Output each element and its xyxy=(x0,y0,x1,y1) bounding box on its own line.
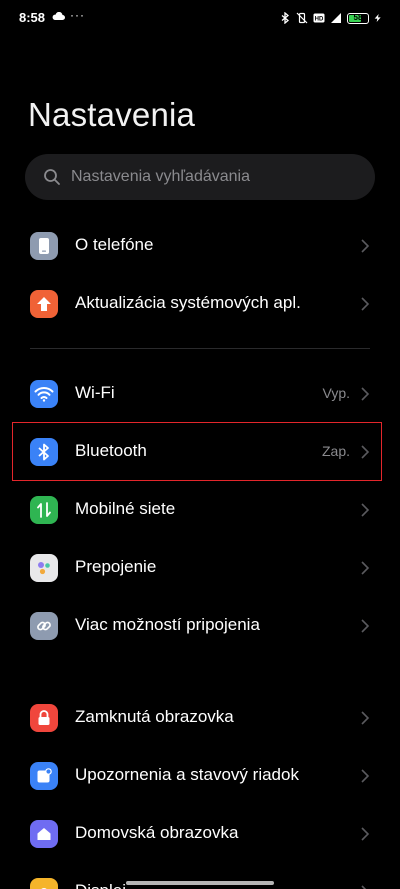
status-icons: HD 58 xyxy=(279,10,382,26)
cloud-icon xyxy=(52,12,65,20)
battery-icon: 58 xyxy=(347,12,369,24)
settings-item-about-phone[interactable]: O telefóne xyxy=(0,218,400,274)
home-icon xyxy=(30,820,58,848)
settings-item-more-connectivity[interactable]: Viac možností pripojenia xyxy=(0,598,400,654)
chevron-right-icon xyxy=(361,561,370,575)
settings-item-display[interactable]: Displej xyxy=(0,864,400,889)
settings-item-wifi[interactable]: Wi-Fi Vyp. xyxy=(0,366,400,422)
chevron-right-icon xyxy=(361,297,370,311)
mobile-data-icon xyxy=(30,496,58,524)
section-divider xyxy=(30,348,370,349)
vibrate-off-icon xyxy=(296,12,308,24)
settings-item-notifications[interactable]: Upozornenia a stavový riadok xyxy=(0,748,400,804)
chevron-right-icon xyxy=(361,769,370,783)
chevron-right-icon xyxy=(361,619,370,633)
settings-item-label: O telefóne xyxy=(75,235,154,254)
lock-icon xyxy=(30,704,58,732)
selection-highlight xyxy=(12,422,382,481)
bluetooth-status-icon xyxy=(281,12,290,24)
chevron-right-icon xyxy=(361,711,370,725)
settings-item-label: Displej xyxy=(75,881,126,889)
settings-item-label: Upozornenia a stavový riadok xyxy=(75,765,299,784)
settings-item-label: Prepojenie xyxy=(75,557,157,576)
chevron-right-icon xyxy=(361,239,370,253)
settings-item-label: Viac možností pripojenia xyxy=(75,615,260,634)
phone-icon xyxy=(30,232,58,260)
notification-icon xyxy=(30,762,58,790)
wifi-icon xyxy=(30,380,58,408)
settings-item-lock-screen[interactable]: Zamknutá obrazovka xyxy=(0,690,400,746)
settings-item-interconnect[interactable]: Prepojenie xyxy=(0,540,400,596)
interconnect-icon xyxy=(30,554,58,582)
settings-item-label: Mobilné siete xyxy=(75,499,176,518)
page-title: Nastavenia xyxy=(28,96,196,133)
settings-item-value: Vyp. xyxy=(322,385,351,401)
settings-item-label: Zamknutá obrazovka xyxy=(75,707,234,726)
search-bar[interactable] xyxy=(25,154,375,200)
settings-item-label: Domovská obrazovka xyxy=(75,823,239,842)
status-bar: 8:58 ··· HD 58 xyxy=(0,0,400,36)
volte-icon: HD xyxy=(313,13,325,23)
section-gap xyxy=(30,673,370,674)
charging-icon xyxy=(374,14,381,22)
link-icon xyxy=(30,612,58,640)
search-icon xyxy=(44,169,60,185)
home-gesture-bar[interactable] xyxy=(126,881,274,885)
chevron-right-icon xyxy=(361,503,370,517)
settings-item-system-app-update[interactable]: Aktualizácia systémových apl. xyxy=(0,276,400,332)
settings-item-label: Aktualizácia systémových apl. xyxy=(75,293,301,312)
arrow-up-icon xyxy=(30,290,58,318)
settings-item-home-screen[interactable]: Domovská obrazovka xyxy=(0,806,400,862)
battery-level: 58 xyxy=(353,12,363,22)
chevron-right-icon xyxy=(361,827,370,841)
signal-icon xyxy=(331,13,341,23)
search-input[interactable] xyxy=(71,154,359,200)
chevron-right-icon xyxy=(361,885,367,889)
chevron-right-icon xyxy=(361,387,370,401)
sun-icon xyxy=(30,878,58,889)
settings-item-mobile-networks[interactable]: Mobilné siete xyxy=(0,482,400,538)
more-notifications-icon: ··· xyxy=(70,8,85,22)
settings-screen: 8:58 ··· HD 58 Nastavenia Nastavenia vyh… xyxy=(0,0,400,889)
settings-item-label: Wi-Fi xyxy=(75,383,115,402)
status-time: 8:58 xyxy=(19,10,46,25)
svg-text:HD: HD xyxy=(315,17,324,23)
